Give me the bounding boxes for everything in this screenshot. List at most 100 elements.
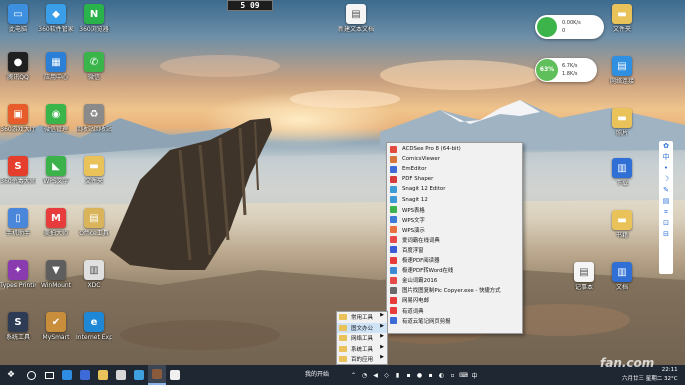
menu-item[interactable]: ComicsViewer	[387, 154, 522, 164]
desktop-icon-office[interactable]: ▤ Office工具	[76, 208, 112, 250]
desktop-icon-phonemgr[interactable]: ▯ 手机助手	[0, 208, 36, 250]
tray-app-icon[interactable]: ▪	[403, 365, 414, 385]
desktop-icon-n360[interactable]: N 360浏览器	[76, 4, 112, 46]
taskbar-app-photos[interactable]	[148, 365, 166, 385]
desktop-icon-photo[interactable]: ▬ 照片	[604, 108, 640, 150]
taskbar-app-explorer[interactable]	[94, 365, 112, 385]
desktop-icon-wps[interactable]: ◣ WPS文字	[38, 156, 74, 198]
desktop-icon-dl[interactable]: ▥ 下载	[604, 158, 640, 200]
menu-item[interactable]: Snagit 12 Editor	[387, 184, 522, 194]
desktop-icon-note[interactable]: ▤ 记事本	[566, 262, 602, 304]
desktop-icon-xdc[interactable]: ▥ XDC	[76, 260, 112, 302]
desktop-icon-ie[interactable]: e Internet Explorer	[76, 312, 112, 354]
toolbar-button[interactable]: ✎	[659, 185, 673, 196]
desktop-icon-winmount[interactable]: ▼ WinMount	[38, 260, 74, 302]
taskbar-app-qq[interactable]	[112, 365, 130, 385]
app-icon	[390, 317, 397, 325]
tray-app-icon[interactable]: ◐	[436, 365, 447, 385]
task-view-button[interactable]	[40, 365, 58, 385]
desktop-icon-label: 腾讯QQ	[7, 74, 29, 81]
ie-icon: e	[84, 312, 104, 332]
desktop-icon-mumu[interactable]: M 美拍大师	[38, 208, 74, 250]
menu-item[interactable]: ACDSee Pro 8 (64-bit)	[387, 144, 522, 154]
menu-item[interactable]: WPS文字	[387, 215, 522, 225]
cortana-button[interactable]	[22, 365, 40, 385]
computer-icon: ▭	[8, 4, 28, 24]
speaker-icon[interactable]: ◀	[370, 365, 381, 385]
desktop-icon-books[interactable]: ▬ 书籍	[604, 210, 640, 252]
xdc-icon: ▥	[84, 260, 104, 280]
menu-item[interactable]: WPS演示	[387, 225, 522, 235]
tray-app-icon[interactable]: ▪	[425, 365, 436, 385]
menu-item[interactable]: PDF Shaper	[387, 174, 522, 184]
submenu-item[interactable]: 网络工具 ▶	[337, 333, 387, 344]
ime-icon[interactable]: 中	[469, 365, 480, 385]
desktop-icon-label: XDC	[87, 282, 101, 289]
toolbar-button[interactable]: ⊡	[659, 218, 673, 229]
desktop-icon-types[interactable]: ✦ Types Printing	[0, 260, 36, 302]
desktop-icon-qq[interactable]: ● 腾讯QQ	[0, 52, 36, 94]
menu-item[interactable]: 极速PDF阅读器	[387, 255, 522, 265]
submenu-item[interactable]: 图文办公 ▶	[337, 322, 387, 333]
menu-item[interactable]: WPS表格	[387, 205, 522, 215]
submenu-item[interactable]: 百的应用 ▶	[337, 354, 387, 365]
menu-item[interactable]: 百度浮窗	[387, 245, 522, 255]
desktop-icon-wechat[interactable]: ✆ 微信	[76, 52, 112, 94]
desktop-icon-folder2[interactable]: ▬ 文件夹	[604, 4, 640, 46]
menu-item[interactable]: 金山词霸2016	[387, 275, 522, 285]
menu-item[interactable]: 有道云笔记网页剪报	[387, 316, 522, 326]
taskbar-app-store[interactable]	[76, 365, 94, 385]
desktop-icon-tool[interactable]: S 系统工具	[0, 312, 36, 354]
desktop-icon-mystrat[interactable]: ✔ MySmart	[38, 312, 74, 354]
menu-item[interactable]: 图片找图复制Pic Copyer.exe - 快捷方式	[387, 285, 522, 295]
clock-widget[interactable]: 5 09	[227, 0, 273, 11]
memory-speed-widget[interactable]: 63% 6.7K/s 1.8K/s	[535, 58, 597, 82]
wifi-icon[interactable]: ◔	[359, 365, 370, 385]
toolbar-button[interactable]: ▤	[659, 196, 673, 207]
toolbar-button[interactable]: •	[659, 163, 673, 174]
desktop-icon-doc1[interactable]: ▤ 新建文本文档	[338, 4, 374, 46]
menu-item[interactable]: 网易闪电邮	[387, 295, 522, 305]
quickstart-toolbar[interactable]: 我的开始	[303, 365, 343, 385]
taskbar-app-edge[interactable]	[58, 365, 76, 385]
taskbar-app-360[interactable]	[130, 365, 148, 385]
browser-icon	[134, 370, 144, 380]
clock-time: 5 09	[240, 1, 260, 10]
menu-item[interactable]: 爱词霸在线词典	[387, 235, 522, 245]
folder2-icon: ▬	[612, 4, 632, 24]
start-button[interactable]: ❖	[0, 365, 22, 385]
toolbar-button[interactable]: ☽	[659, 174, 673, 185]
menu-item[interactable]: 极速PDF转Word在线	[387, 265, 522, 275]
desktop-icon-docs[interactable]: ▥ 文档	[604, 262, 640, 304]
menu-item[interactable]: Snagit 12	[387, 194, 522, 204]
desktop-icon-wifi[interactable]: ▤ 网络连接	[604, 56, 640, 98]
desktop-icon-wincenter[interactable]: ▦ 应用中心	[38, 52, 74, 94]
network-speed-widget[interactable]: 0.00K/s 0	[535, 15, 604, 39]
mystrat-icon: ✔	[46, 312, 66, 332]
desktop-icon-label: 文件夹	[84, 178, 103, 185]
tray-app-icon[interactable]: ●	[414, 365, 425, 385]
taskbar-app-notes[interactable]	[166, 365, 184, 385]
submenu-item[interactable]: 常用工具 ▶	[337, 312, 387, 323]
keyboard-icon[interactable]: ⌨	[458, 365, 469, 385]
chevron-up-icon[interactable]: ⌃	[348, 365, 359, 385]
menu-item[interactable]: EmEditor	[387, 164, 522, 174]
desktop-icon-recycle[interactable]: ♻ 回收站回收站	[76, 104, 112, 146]
desktop-icon-360center[interactable]: ▣ 360游戏大厅	[0, 104, 36, 146]
tray-app-icon[interactable]: ▫	[447, 365, 458, 385]
shield-icon[interactable]: ◇	[381, 365, 392, 385]
tray-app-icon[interactable]: ▮	[392, 365, 403, 385]
app-icon	[390, 236, 397, 244]
toolbar-button[interactable]: 中	[659, 152, 673, 163]
desktop-icon-computer[interactable]: ▭ 此电脑	[0, 4, 36, 46]
speed-down-text: 6.7K/s	[562, 63, 578, 69]
menu-item[interactable]: 有道词典	[387, 306, 522, 316]
desktop-icon-software[interactable]: ◆ 360软件管家	[38, 4, 74, 46]
toolbar-button[interactable]: ✿	[659, 141, 673, 152]
submenu-item[interactable]: 系统工具 ▶	[337, 344, 387, 355]
toolbar-button[interactable]: ⌗	[659, 207, 673, 218]
desktop-icon-folder1[interactable]: ▬ 文件夹	[76, 156, 112, 198]
desktop-icon-safe360[interactable]: S 360杀毒大师	[0, 156, 36, 198]
toolbar-button[interactable]: ⊟	[659, 229, 673, 240]
desktop-icon-wechatmgr[interactable]: ◉ 微信管理	[38, 104, 74, 146]
